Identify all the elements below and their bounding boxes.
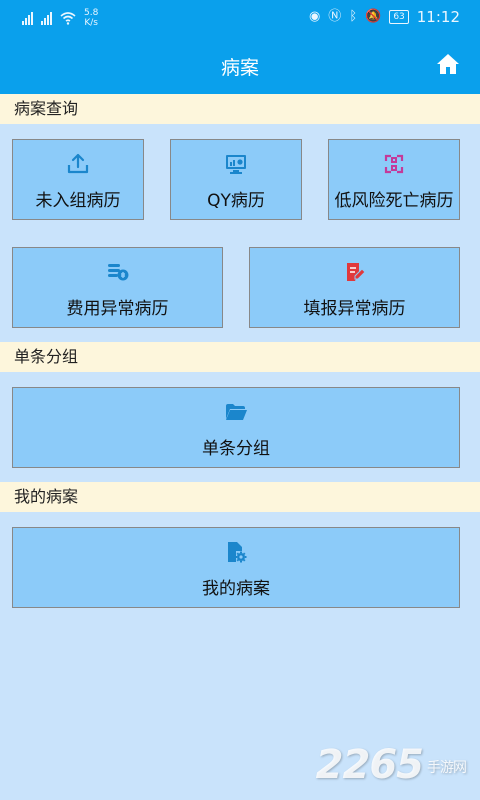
- net-speed-unit: K/s: [84, 18, 98, 28]
- card-label: 未入组病历: [35, 191, 121, 211]
- coins-icon: [107, 264, 128, 281]
- unassigned-records-button[interactable]: 未入组病历: [12, 139, 144, 220]
- card-label: QY病历: [207, 191, 265, 211]
- home-icon[interactable]: [436, 53, 460, 75]
- bluetooth-icon: ᛒ: [349, 9, 358, 24]
- qy-records-button[interactable]: QY病历: [170, 139, 302, 220]
- card-label: 低风险死亡病历: [334, 191, 454, 211]
- report-abnormal-records-button[interactable]: 填报异常病历: [249, 247, 460, 328]
- card-label: 费用异常病历: [66, 299, 169, 319]
- wifi-icon: [60, 12, 76, 25]
- app-bar: 病案: [0, 36, 480, 94]
- page-title: 病案: [220, 57, 259, 79]
- section-header-mine: 我的病案: [0, 482, 480, 512]
- low-risk-death-records-button[interactable]: 低风险死亡病历: [328, 139, 460, 220]
- monitor-chart-icon: [226, 155, 246, 174]
- signal-icon-2: [41, 11, 52, 25]
- status-left: 5.8 K/s: [22, 8, 98, 28]
- watermark-suffix: 手游网: [427, 760, 467, 776]
- upload-icon: [67, 153, 89, 174]
- watermark-logo: 2265 手游网: [315, 742, 467, 788]
- scan-frame-icon: [384, 154, 404, 174]
- clock: 11:12: [416, 8, 460, 26]
- edit-document-icon: [346, 263, 366, 281]
- my-records-button[interactable]: 我的病案: [12, 527, 460, 608]
- single-group-button[interactable]: 单条分组: [12, 387, 460, 468]
- file-gear-icon: [228, 542, 247, 563]
- card-label: 我的病案: [202, 579, 270, 599]
- status-bar: 5.8 K/s ◉ Ⓝ ᛒ 🔕 63 11:12: [0, 0, 480, 36]
- folder-icon: [226, 404, 247, 420]
- watermark-number: 2265: [315, 742, 424, 788]
- card-label: 填报异常病历: [303, 299, 406, 319]
- net-speed-value: 5.8: [84, 8, 99, 18]
- status-right: ◉ Ⓝ ᛒ 🔕 63 11:12: [309, 8, 460, 26]
- section-header-query: 病案查询: [0, 94, 480, 124]
- card-label: 单条分组: [202, 439, 270, 459]
- mute-icon: 🔕: [365, 9, 382, 24]
- net-speed: 5.8 K/s: [84, 8, 98, 28]
- signal-icon: [22, 11, 33, 25]
- section-header-group: 单条分组: [0, 342, 480, 372]
- nfc-icon: Ⓝ: [328, 9, 342, 24]
- battery-icon: 63: [389, 10, 409, 24]
- cost-abnormal-records-button[interactable]: 费用异常病历: [12, 247, 223, 328]
- eye-icon: ◉: [308, 9, 321, 24]
